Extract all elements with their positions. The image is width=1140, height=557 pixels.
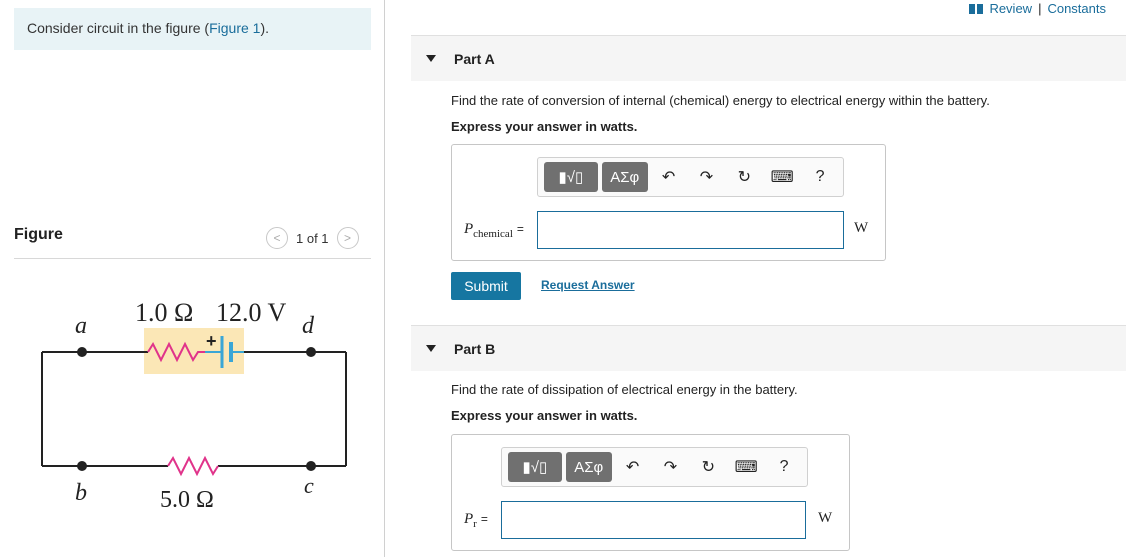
part-b-answer-box: ▮√▯ ΑΣφ ↶ ↷ ↻ ⌨ ? Pr = W bbox=[451, 434, 850, 551]
help-icon: ? bbox=[779, 458, 789, 475]
intro-prefix: Consider circuit in the figure ( bbox=[27, 20, 210, 36]
load-resistance-label: 5.0 Ω bbox=[160, 487, 214, 513]
pane-divider bbox=[384, 0, 385, 557]
request-answer-link[interactable]: Request Answer bbox=[541, 278, 635, 292]
greek-symbols-button[interactable]: ΑΣφ bbox=[601, 162, 648, 192]
part-b-variable-label: Pr = bbox=[464, 511, 488, 530]
chevron-left-icon: < bbox=[273, 231, 281, 245]
node-b-dot bbox=[77, 461, 87, 471]
caret-down-icon bbox=[426, 55, 436, 62]
node-label-d: d bbox=[302, 313, 315, 339]
templates-button[interactable]: ▮√▯ bbox=[508, 452, 562, 482]
part-a-math-toolbar: ▮√▯ ΑΣφ ↶ ↷ ↻ ⌨ ? bbox=[537, 157, 844, 197]
help-icon: ? bbox=[815, 168, 825, 185]
redo-icon: ↷ bbox=[663, 459, 678, 476]
templates-icon: ▮√▯ bbox=[558, 169, 584, 186]
reset-button[interactable]: ↻ bbox=[727, 162, 761, 192]
greek-icon: ΑΣφ bbox=[574, 458, 604, 476]
node-label-b: b bbox=[75, 480, 87, 506]
keyboard-icon: ⌨ bbox=[770, 169, 794, 186]
book-icon bbox=[969, 3, 984, 14]
review-link[interactable]: Review bbox=[989, 1, 1032, 16]
left-pane: Consider circuit in the figure (Figure 1… bbox=[0, 0, 384, 557]
part-b-title: Part B bbox=[454, 340, 496, 357]
part-a-title: Part A bbox=[454, 50, 495, 67]
submit-button[interactable]: Submit bbox=[451, 272, 521, 300]
emf-label: 12.0 V bbox=[216, 298, 287, 327]
part-a-answer-input[interactable] bbox=[537, 211, 844, 249]
caret-down-icon bbox=[426, 345, 436, 352]
figure-link[interactable]: Figure 1 bbox=[209, 20, 260, 36]
part-a-header[interactable]: Part A bbox=[411, 35, 1126, 81]
keyboard-button[interactable]: ⌨ bbox=[729, 452, 763, 482]
help-button[interactable]: ? bbox=[803, 162, 837, 192]
undo-button[interactable]: ↶ bbox=[616, 452, 650, 482]
pager-count: 1 of 1 bbox=[296, 230, 329, 246]
plus-sign: + bbox=[206, 331, 217, 351]
figure-title: Figure bbox=[14, 226, 63, 243]
redo-icon: ↷ bbox=[699, 169, 714, 186]
part-a-variable-label: Pchemical = bbox=[464, 221, 524, 240]
figure-divider bbox=[14, 258, 371, 259]
next-figure-button[interactable]: > bbox=[336, 227, 359, 249]
constants-link[interactable]: Constants bbox=[1047, 1, 1106, 16]
part-b-question: Find the rate of dissipation of electric… bbox=[451, 382, 798, 397]
figure-pager: < 1 of 1 > bbox=[266, 227, 359, 249]
reset-button[interactable]: ↻ bbox=[691, 452, 725, 482]
greek-symbols-button[interactable]: ΑΣφ bbox=[565, 452, 612, 482]
help-button[interactable]: ? bbox=[767, 452, 801, 482]
templates-icon: ▮√▯ bbox=[522, 459, 548, 476]
part-b-math-toolbar: ▮√▯ ΑΣφ ↶ ↷ ↻ ⌨ ? bbox=[501, 447, 808, 487]
part-a-unit: W bbox=[854, 220, 869, 236]
chevron-right-icon: > bbox=[344, 231, 352, 245]
intro-text: Consider circuit in the figure (Figure 1… bbox=[14, 8, 371, 50]
link-separator: | bbox=[1038, 1, 1042, 16]
keyboard-icon: ⌨ bbox=[734, 459, 758, 476]
part-a-question: Find the rate of conversion of internal … bbox=[451, 93, 990, 108]
undo-icon: ↶ bbox=[625, 459, 640, 476]
reset-icon: ↻ bbox=[737, 169, 752, 186]
greek-icon: ΑΣφ bbox=[610, 168, 640, 186]
part-a-answer-box: ▮√▯ ΑΣφ ↶ ↷ ↻ ⌨ ? Pchemical = W bbox=[451, 144, 886, 261]
part-a-instruction: Express your answer in watts. bbox=[451, 119, 638, 134]
prev-figure-button[interactable]: < bbox=[266, 227, 288, 249]
undo-button[interactable]: ↶ bbox=[652, 162, 686, 192]
part-b-answer-input[interactable] bbox=[501, 501, 806, 539]
intro-suffix: ). bbox=[260, 20, 269, 36]
load-resistor bbox=[167, 455, 219, 477]
node-a-dot bbox=[77, 347, 87, 357]
redo-button[interactable]: ↷ bbox=[690, 162, 724, 192]
internal-resistance-label: 1.0 Ω bbox=[135, 298, 193, 327]
reset-icon: ↻ bbox=[701, 459, 716, 476]
undo-icon: ↶ bbox=[661, 169, 676, 186]
templates-button[interactable]: ▮√▯ bbox=[544, 162, 598, 192]
node-label-a: a bbox=[75, 313, 87, 339]
circuit-diagram: + a d b c 1.0 Ω 12.0 V 5.0 Ω bbox=[41, 298, 347, 513]
part-b-header[interactable]: Part B bbox=[411, 325, 1126, 371]
redo-button[interactable]: ↷ bbox=[654, 452, 688, 482]
part-b-instruction: Express your answer in watts. bbox=[451, 408, 638, 423]
node-c-dot bbox=[306, 461, 316, 471]
node-d-dot bbox=[306, 347, 316, 357]
top-links: Review | Constants bbox=[969, 1, 1106, 16]
part-b-unit: W bbox=[818, 510, 833, 526]
node-label-c: c bbox=[304, 473, 314, 498]
keyboard-button[interactable]: ⌨ bbox=[765, 162, 799, 192]
